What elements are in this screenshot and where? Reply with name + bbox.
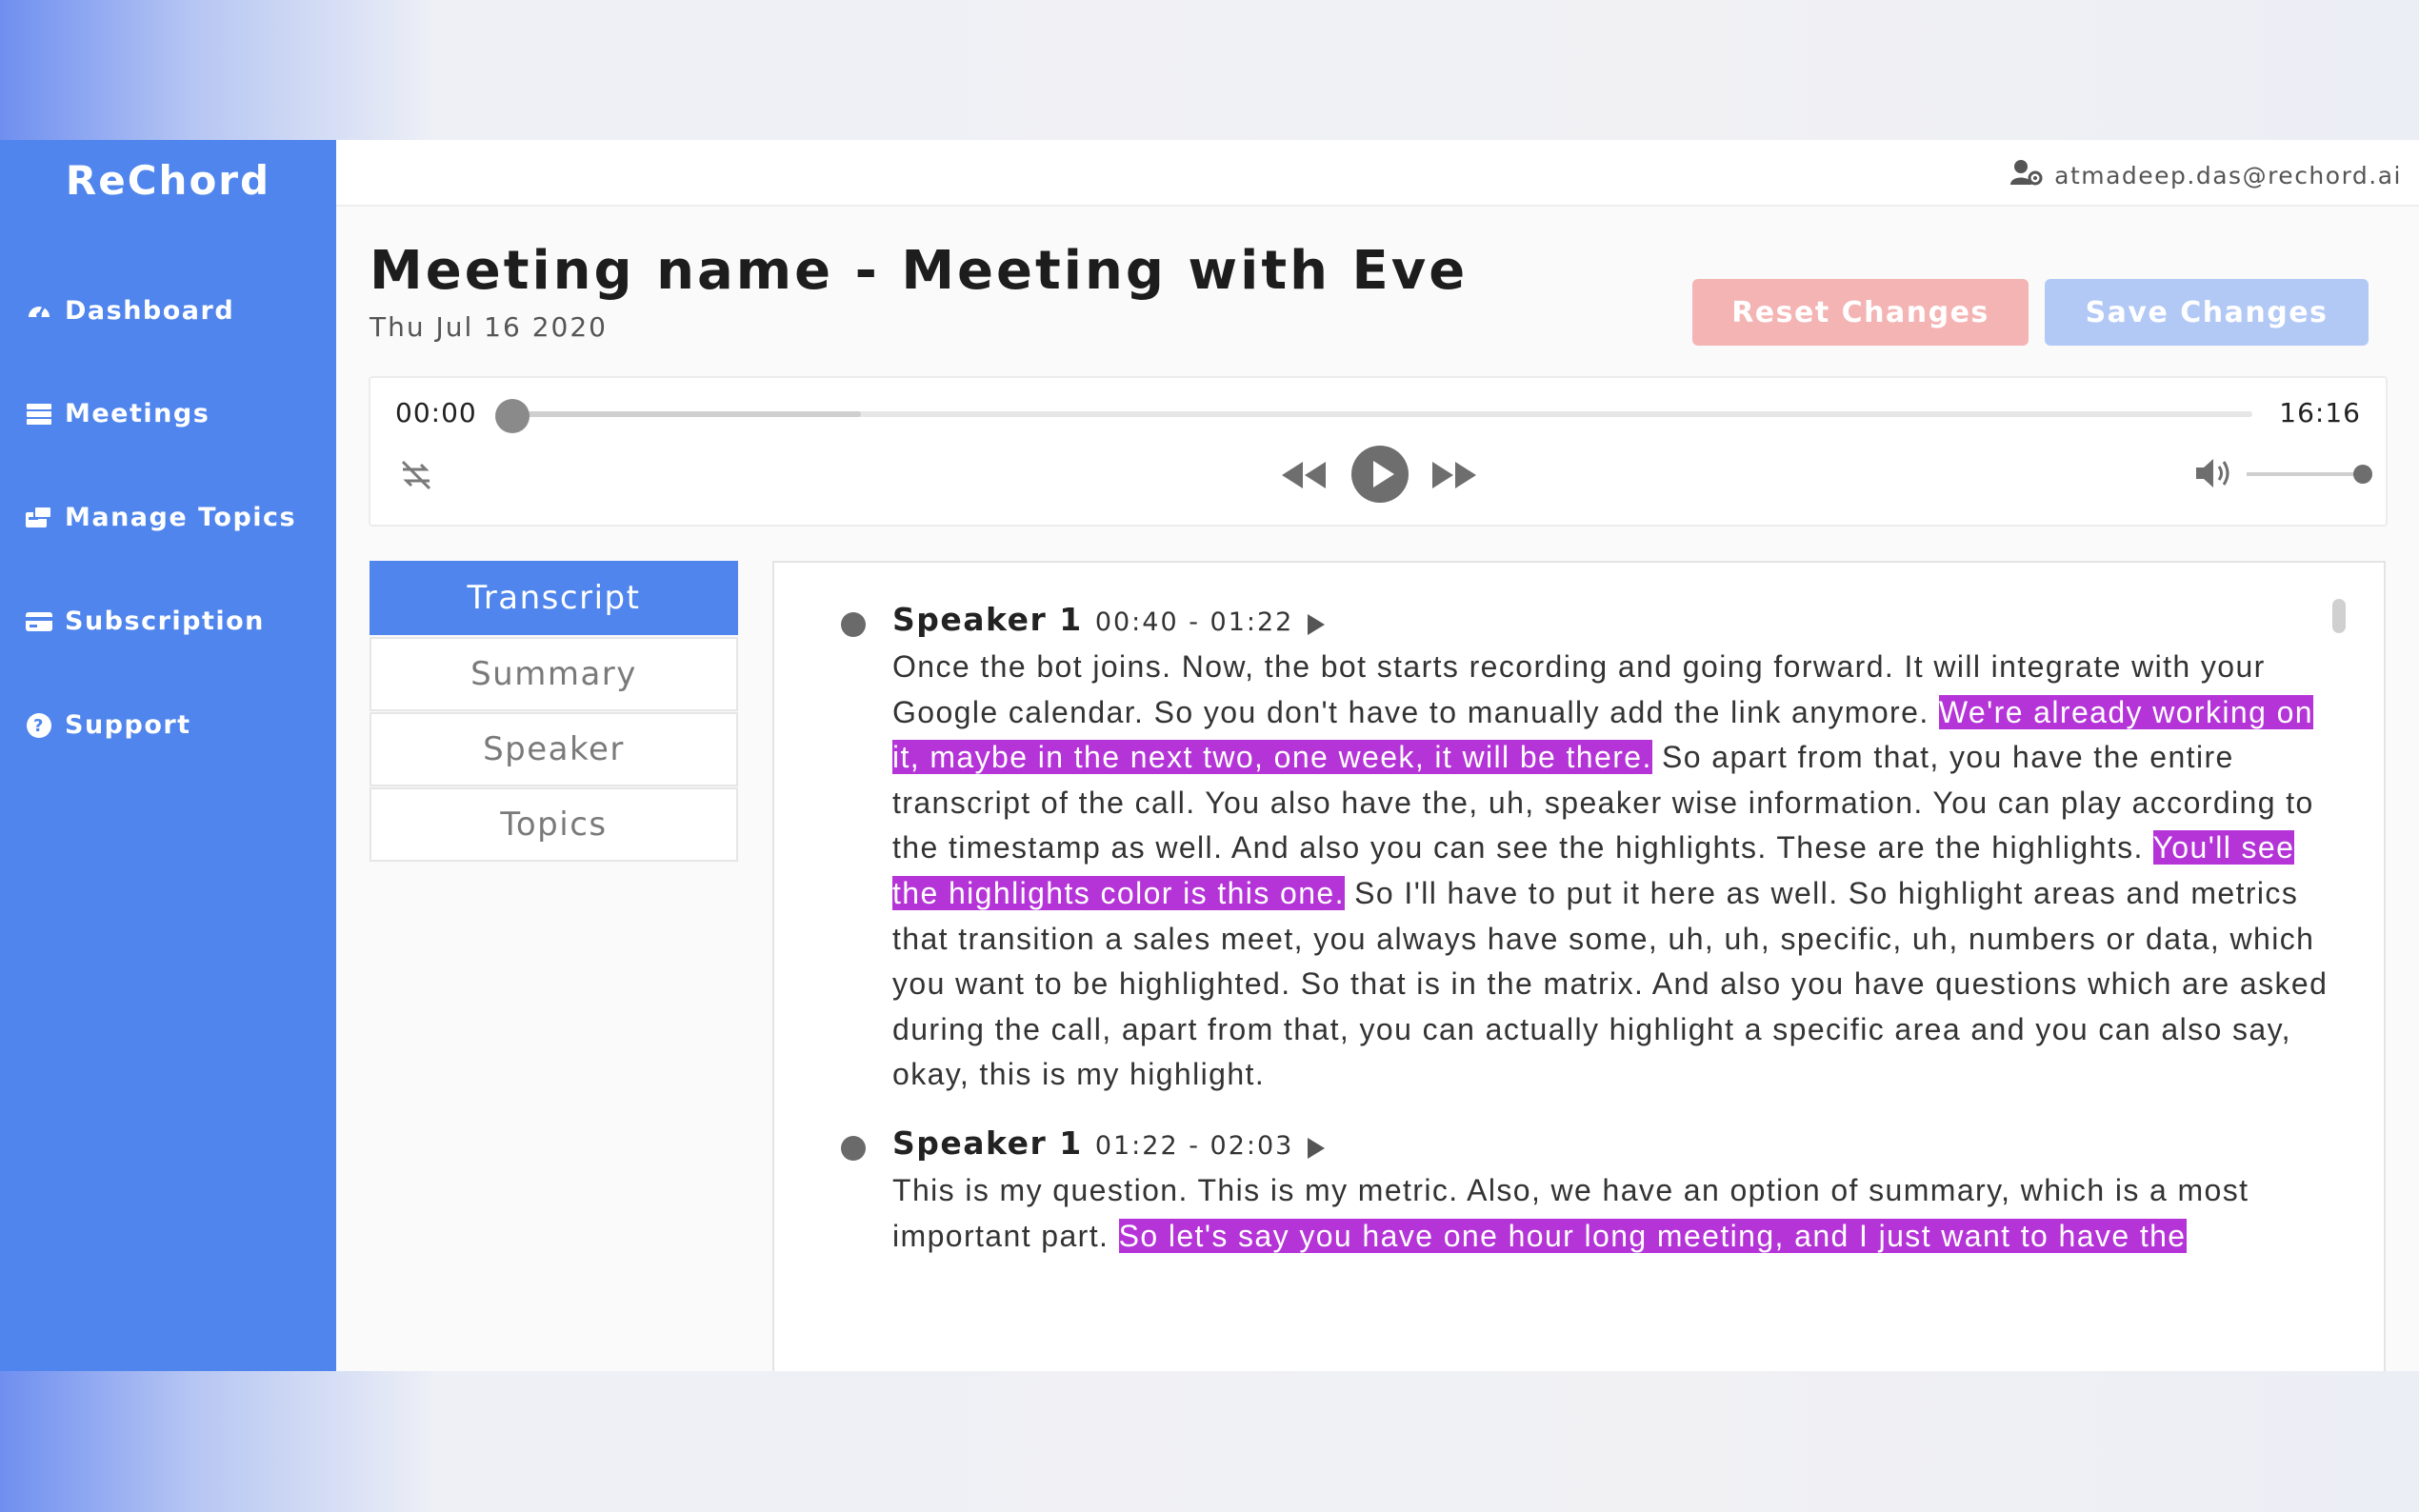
audio-player: 00:00 16:16: [369, 376, 2388, 527]
seek-handle[interactable]: [495, 399, 530, 433]
speaker-name: Speaker 1: [892, 601, 1083, 638]
volume-icon[interactable]: [2194, 456, 2232, 494]
sidebar-item-label: Manage Topics: [65, 503, 297, 532]
highlighted-segment[interactable]: So let's say you have one hour long meet…: [1118, 1218, 2187, 1253]
save-changes-button[interactable]: Save Changes: [2045, 279, 2369, 346]
sidebar-item-label: Meetings: [65, 399, 210, 428]
volume-slider[interactable]: [2247, 472, 2361, 476]
play-segment-icon[interactable]: [1306, 612, 1327, 641]
reset-changes-button[interactable]: Reset Changes: [1692, 279, 2029, 346]
buffered-progress: [513, 411, 862, 417]
sidebar: ReChord Dashboard Meetings Manage Topics…: [0, 140, 336, 1371]
transcript-text: Once the bot joins. Now, the bot starts …: [892, 645, 2340, 1098]
tab-topics[interactable]: Topics: [370, 787, 738, 862]
app-window: ReChord Dashboard Meetings Manage Topics…: [0, 140, 2419, 1371]
transcript-panel[interactable]: Speaker 1 00:40 - 01:22 Once the bot joi…: [772, 561, 2386, 1371]
scrollbar-thumb[interactable]: [2332, 599, 2346, 633]
user-email: atmadeep.das@rechord.ai: [2054, 161, 2402, 189]
duration: 16:16: [2279, 397, 2361, 428]
sidebar-item-support[interactable]: ? Support: [25, 710, 191, 740]
sidebar-item-label: Subscription: [65, 607, 265, 636]
user-menu[interactable]: atmadeep.das@rechord.ai: [2010, 159, 2402, 191]
question-circle-icon: ?: [25, 711, 53, 740]
list-icon: [25, 400, 53, 428]
play-segment-icon[interactable]: [1306, 1136, 1327, 1164]
top-bar: atmadeep.das@rechord.ai: [336, 140, 2419, 207]
speaker-name: Speaker 1: [892, 1124, 1083, 1162]
speaker-dot-icon: [841, 612, 866, 637]
fast-forward-icon[interactable]: [1430, 458, 1478, 496]
time-range: 01:22 - 02:03: [1094, 1131, 1294, 1161]
brand-logo[interactable]: ReChord: [0, 157, 336, 204]
rewind-icon[interactable]: [1280, 458, 1328, 496]
sidebar-item-dashboard[interactable]: Dashboard: [25, 296, 234, 326]
loop-toggle-icon[interactable]: [397, 456, 435, 498]
sidebar-item-manage-topics[interactable]: Manage Topics: [25, 503, 296, 532]
tab-transcript[interactable]: Transcript: [370, 561, 738, 635]
credit-card-icon: [25, 607, 53, 636]
svg-text:?: ?: [33, 716, 45, 736]
play-button[interactable]: [1350, 445, 1409, 507]
tab-speaker[interactable]: Speaker: [370, 712, 738, 786]
volume-level: [2247, 472, 2361, 476]
volume-handle[interactable]: [2353, 465, 2372, 484]
sidebar-item-label: Support: [65, 710, 191, 740]
sidebar-item-label: Dashboard: [65, 296, 235, 326]
meeting-date: Thu Jul 16 2020: [370, 311, 608, 343]
sidebar-item-subscription[interactable]: Subscription: [25, 607, 265, 636]
current-time: 00:00: [395, 397, 477, 428]
topics-icon: [25, 504, 53, 532]
page-title: Meeting name - Meeting with Eve: [370, 240, 1469, 302]
transcript-text: This is my question. This is my metric. …: [892, 1168, 2340, 1259]
user-cog-icon: [2010, 159, 2043, 191]
speaker-dot-icon: [841, 1136, 866, 1161]
sidebar-item-meetings[interactable]: Meetings: [25, 399, 210, 428]
tab-summary[interactable]: Summary: [370, 637, 738, 711]
dashboard-gauge-icon: [25, 297, 53, 326]
time-range: 00:40 - 01:22: [1094, 607, 1294, 637]
seek-bar[interactable]: [513, 411, 2252, 417]
